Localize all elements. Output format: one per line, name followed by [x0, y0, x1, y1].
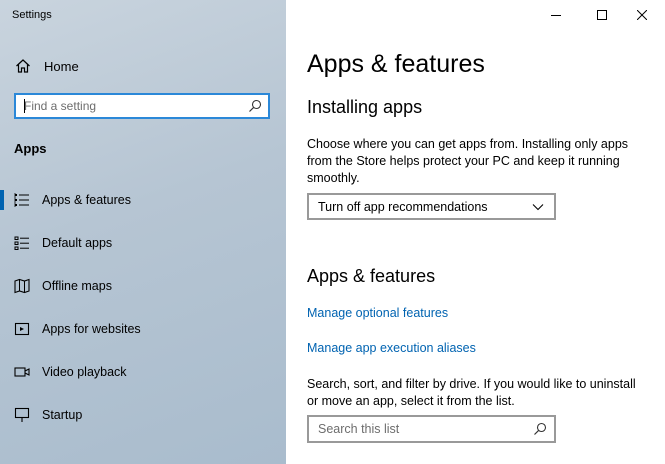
- sidebar-item-label: Apps & features: [42, 193, 131, 207]
- find-setting-input[interactable]: [16, 99, 248, 113]
- sidebar-item-offline-maps[interactable]: Offline maps: [0, 268, 286, 304]
- default-apps-icon: [14, 236, 29, 250]
- find-setting-search-box[interactable]: [14, 93, 270, 119]
- sidebar-section-title: Apps: [14, 141, 47, 156]
- search-icon[interactable]: [248, 99, 262, 113]
- dropdown-value: Turn off app recommendations: [318, 199, 488, 214]
- close-button[interactable]: [619, 0, 665, 30]
- minimize-button[interactable]: [533, 0, 579, 30]
- sidebar-item-label: Apps for websites: [42, 322, 141, 336]
- apps-list-description: Search, sort, and filter by drive. If yo…: [307, 377, 636, 408]
- sidebar-item-default-apps[interactable]: Default apps: [0, 225, 286, 261]
- search-icon[interactable]: [533, 422, 547, 436]
- installing-apps-heading: Installing apps: [307, 97, 423, 117]
- minimize-icon: [551, 15, 561, 16]
- installing-apps-description: Choose where you can get apps from. Inst…: [307, 137, 629, 185]
- chevron-down-icon: [532, 203, 544, 210]
- home-nav-item[interactable]: Home: [15, 56, 79, 76]
- sidebar-item-label: Video playback: [42, 365, 127, 379]
- apps-for-websites-icon: [14, 322, 30, 336]
- sidebar-item-video-playback[interactable]: Video playback: [0, 354, 286, 390]
- main-content: Apps & features Installing apps Choose w…: [286, 0, 665, 464]
- offline-maps-icon: [14, 278, 30, 294]
- window-title: Settings: [12, 9, 52, 21]
- close-icon: [637, 10, 647, 20]
- video-playback-icon: [14, 367, 30, 377]
- home-label: Home: [44, 58, 79, 74]
- search-list-input[interactable]: [309, 422, 533, 436]
- sidebar-item-apps-for-websites[interactable]: Apps for websites: [0, 311, 286, 347]
- sidebar-item-apps-features[interactable]: Apps & features: [0, 182, 286, 218]
- text-caret: [24, 99, 25, 113]
- maximize-icon: [597, 10, 607, 20]
- apps-features-icon: [14, 193, 29, 207]
- manage-app-execution-aliases-link[interactable]: Manage app execution aliases: [307, 341, 476, 355]
- home-icon: [16, 59, 30, 73]
- search-list-box[interactable]: [307, 415, 556, 443]
- sidebar: Settings Home Apps Apps & features Defau…: [0, 0, 286, 464]
- page-title: Apps & features: [307, 50, 485, 78]
- sidebar-item-label: Offline maps: [42, 279, 112, 293]
- sidebar-item-startup[interactable]: Startup: [0, 397, 286, 433]
- app-source-dropdown[interactable]: Turn off app recommendations: [307, 193, 556, 220]
- startup-icon: [14, 407, 30, 422]
- sidebar-item-label: Default apps: [42, 236, 113, 250]
- sidebar-item-label: Startup: [42, 408, 83, 422]
- manage-optional-features-link[interactable]: Manage optional features: [307, 306, 448, 320]
- apps-features-heading: Apps & features: [307, 266, 436, 286]
